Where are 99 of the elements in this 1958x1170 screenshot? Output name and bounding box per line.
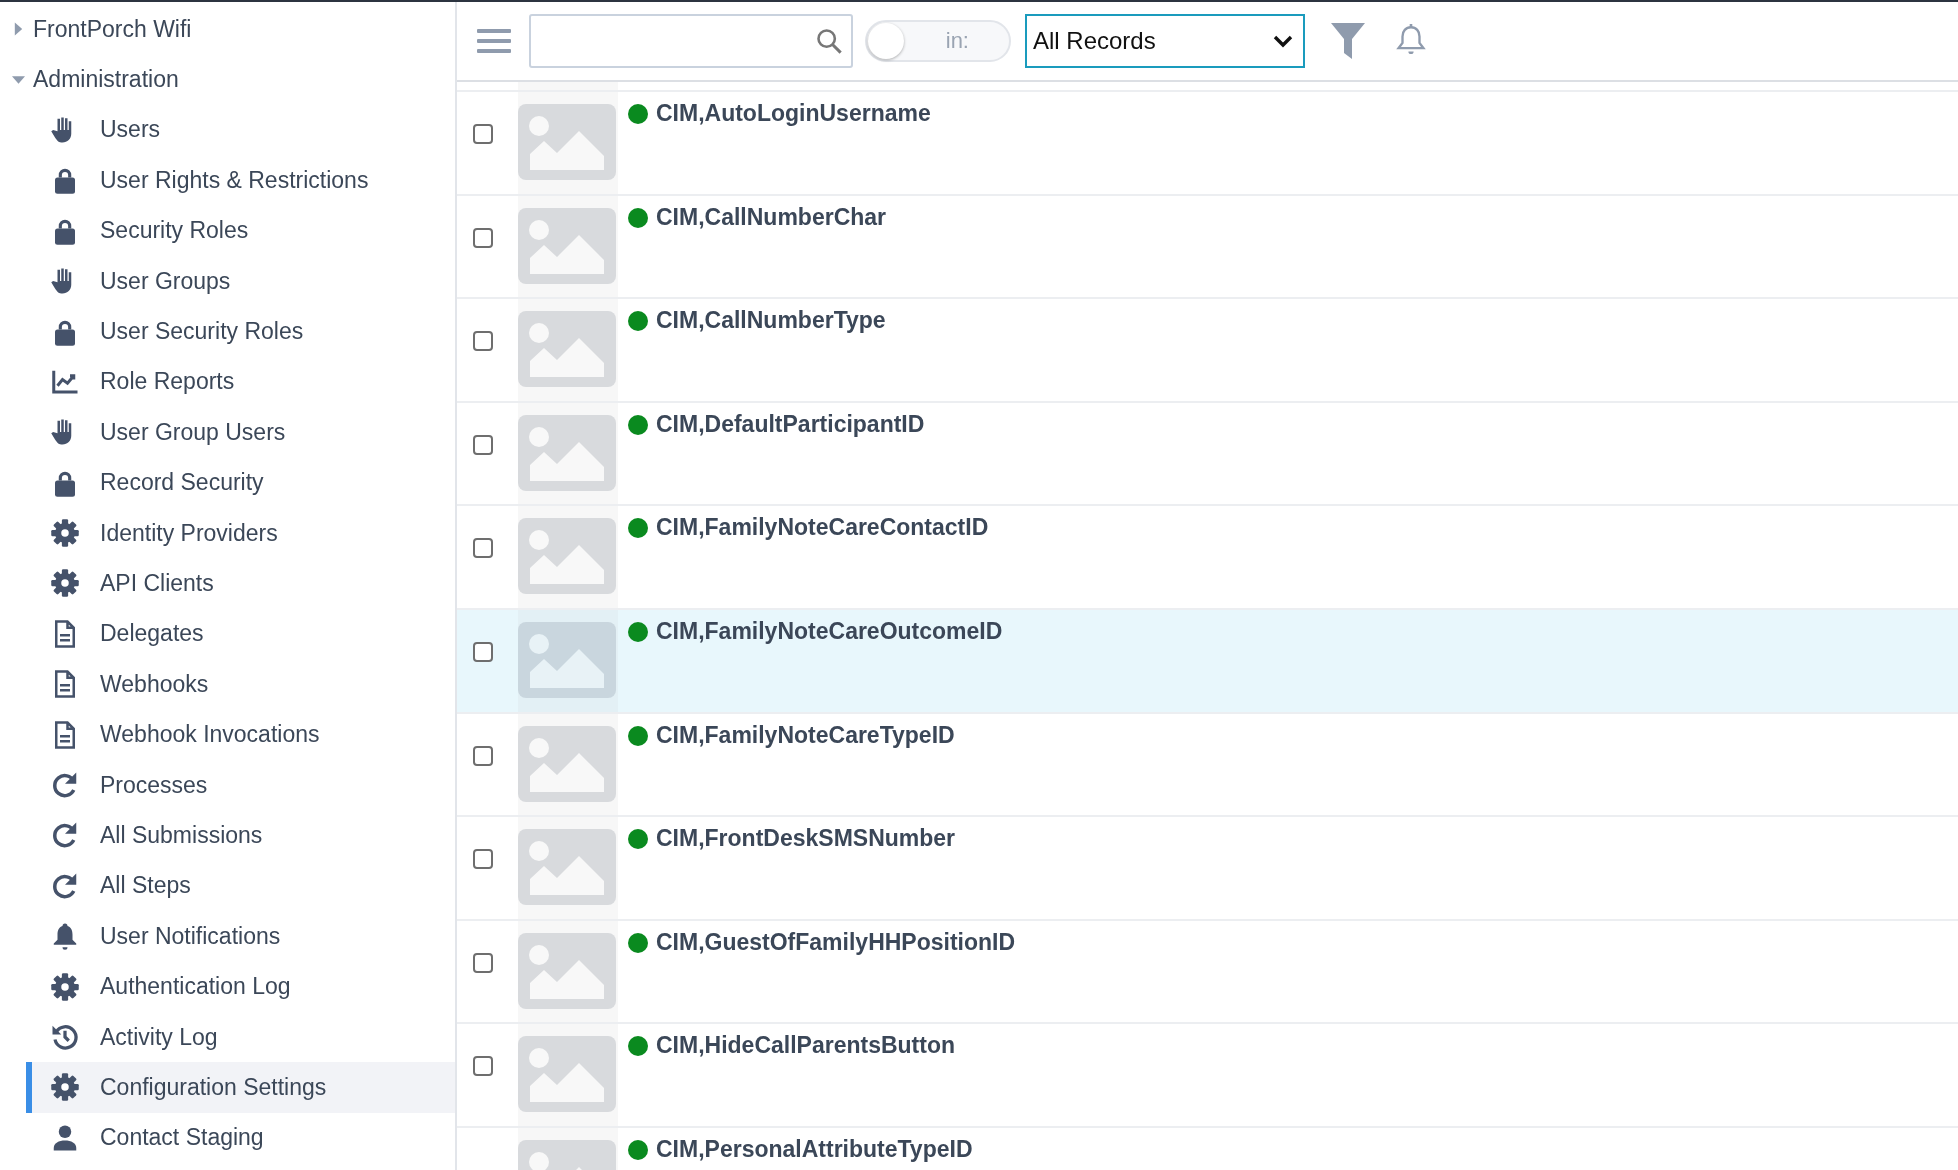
record-name[interactable]: CIM,HideCallParentsButton bbox=[656, 1032, 956, 1126]
row-checkbox[interactable] bbox=[473, 124, 493, 144]
record-row[interactable]: CIM,FrontDeskSMSNumber bbox=[457, 815, 1958, 919]
sidebar-item[interactable]: All Submissions bbox=[26, 810, 455, 861]
item-label: Delegates bbox=[100, 620, 204, 648]
item-label: API Clients bbox=[100, 570, 214, 597]
tree-group[interactable]: Administration bbox=[0, 54, 455, 105]
row-checkbox[interactable] bbox=[473, 1056, 493, 1077]
record-name[interactable]: CIM,AutoLoginUsername bbox=[656, 100, 931, 194]
item-label: Contact Staging bbox=[100, 1124, 264, 1152]
record-row[interactable]: CIM,FamilyNoteCareOutcomeID bbox=[457, 607, 1958, 712]
item-label: Users bbox=[100, 116, 161, 144]
item-label: User Rights & Restrictions bbox=[100, 166, 369, 194]
group-label: Administration bbox=[33, 66, 179, 94]
record-row[interactable]: CIM,CallNumberType bbox=[457, 297, 1958, 401]
item-label: Processes bbox=[100, 771, 208, 799]
sidebar-item[interactable]: Role Reports bbox=[26, 356, 455, 408]
image-placeholder-icon bbox=[518, 932, 616, 1009]
chevron-icon bbox=[1273, 34, 1293, 48]
record-name[interactable]: CIM,FamilyNoteCareOutcomeID bbox=[656, 617, 1003, 712]
item-label: Activity Log bbox=[100, 1023, 218, 1051]
sidebar-item[interactable]: API Clients bbox=[26, 558, 455, 609]
sidebar-item[interactable]: Users bbox=[26, 104, 455, 156]
item-label: User Group Users bbox=[100, 418, 286, 446]
item-label: Webhooks bbox=[100, 670, 209, 698]
row-checkbox[interactable] bbox=[473, 745, 493, 766]
record-name[interactable]: CIM,DefaultParticipantID bbox=[656, 410, 925, 505]
row-checkbox[interactable] bbox=[473, 227, 493, 248]
record-name[interactable]: CIM,CallNumberChar bbox=[656, 203, 887, 298]
filter-icon[interactable] bbox=[1331, 23, 1365, 59]
sidebar-item[interactable]: Webhooks bbox=[26, 659, 455, 710]
image-placeholder-icon bbox=[518, 725, 616, 802]
record-name[interactable]: CIM,CallNumberType bbox=[656, 307, 886, 401]
sidebar-item[interactable]: User Security Roles bbox=[26, 306, 455, 357]
item-label: Configuration Settings bbox=[100, 1073, 327, 1101]
sidebar-item[interactable]: Configuration Settings bbox=[26, 1062, 455, 1113]
menu-icon[interactable] bbox=[477, 27, 511, 55]
row-checkbox[interactable] bbox=[473, 331, 493, 352]
sidebar-item[interactable]: Delegates bbox=[26, 608, 455, 660]
item-label: Record Security bbox=[100, 469, 264, 497]
sidebar-item[interactable]: Webhook Invocations bbox=[26, 709, 455, 760]
record-row[interactable]: CIM,PersonalAttributeTypeID bbox=[457, 1125, 1958, 1170]
history-icon bbox=[50, 1022, 80, 1052]
item-label: All Submissions bbox=[100, 821, 263, 849]
image-placeholder-icon bbox=[518, 207, 616, 284]
record-name[interactable]: CIM,FamilyNoteCareTypeID bbox=[656, 721, 955, 816]
sidebar-item[interactable]: Identity Providers bbox=[26, 507, 455, 559]
item-label: User Groups bbox=[100, 267, 231, 295]
row-checkbox[interactable] bbox=[473, 641, 493, 662]
record-row[interactable]: CIM,HideCallParentsButton bbox=[457, 1022, 1958, 1126]
sidebar-item[interactable]: All Steps bbox=[26, 860, 455, 912]
tree-group[interactable]: FrontPorch Wifi bbox=[0, 4, 455, 55]
item-label: Authentication Log bbox=[100, 973, 291, 1001]
image-placeholder-icon bbox=[518, 1036, 616, 1113]
gear-icon bbox=[50, 971, 80, 1002]
image-placeholder-icon bbox=[518, 311, 616, 388]
sidebar-item[interactable]: Contact Staging bbox=[26, 1112, 455, 1163]
group-label: FrontPorch Wifi bbox=[33, 15, 192, 43]
image-placeholder-icon bbox=[518, 414, 616, 491]
row-checkbox[interactable] bbox=[473, 538, 493, 559]
item-label: User Notifications bbox=[100, 922, 281, 950]
sidebar-item[interactable]: User Groups bbox=[26, 255, 455, 307]
image-placeholder-icon bbox=[518, 621, 616, 698]
item-label: All Steps bbox=[100, 872, 191, 900]
records-dropdown[interactable]: All Records bbox=[1025, 14, 1305, 68]
sidebar-item[interactable]: Record Security bbox=[26, 457, 455, 508]
record-row[interactable]: CIM,FamilyNoteCareContactID bbox=[457, 504, 1958, 608]
gear-icon bbox=[50, 568, 80, 599]
sidebar-item[interactable]: Authentication Log bbox=[26, 961, 455, 1012]
sidebar-item[interactable]: Processes bbox=[26, 759, 455, 811]
row-checkbox[interactable] bbox=[473, 849, 493, 870]
sidebar-item[interactable]: User Rights & Restrictions bbox=[26, 155, 455, 206]
sidebar-item[interactable]: User Group Users bbox=[26, 407, 455, 458]
record-row[interactable]: CIM,GuestOfFamilyHHPositionID bbox=[457, 918, 1958, 1023]
image-placeholder-icon bbox=[518, 518, 616, 595]
record-name[interactable]: CIM,GuestOfFamilyHHPositionID bbox=[656, 928, 1016, 1023]
gear-icon bbox=[50, 1072, 80, 1103]
sidebar-item[interactable]: Activity Log bbox=[26, 1011, 455, 1063]
sidebar-item[interactable]: User Notifications bbox=[26, 911, 455, 962]
record-row[interactable]: CIM,DefaultParticipantID bbox=[457, 400, 1958, 505]
search-icon[interactable] bbox=[815, 27, 843, 55]
item-label: User Security Roles bbox=[100, 318, 304, 346]
gear-icon bbox=[50, 518, 80, 549]
row-checkbox[interactable] bbox=[473, 434, 493, 455]
row-checkbox[interactable] bbox=[473, 952, 493, 973]
image-placeholder-icon bbox=[518, 829, 616, 906]
record-row[interactable]: CIM,CallNumberChar bbox=[457, 193, 1958, 298]
record-row[interactable]: CIM,FamilyNoteCareTypeID bbox=[457, 711, 1958, 816]
sidebar-item[interactable]: Security Roles bbox=[26, 205, 455, 256]
record-name[interactable]: CIM,PersonalAttributeTypeID bbox=[656, 1135, 973, 1170]
item-label: Role Reports bbox=[100, 368, 235, 396]
record-row[interactable]: CIM,AutoLoginUsername bbox=[457, 90, 1958, 194]
record-name[interactable]: CIM,FrontDeskSMSNumber bbox=[656, 825, 956, 919]
image-placeholder-icon bbox=[518, 104, 616, 180]
search-field[interactable] bbox=[529, 14, 853, 68]
item-label: Webhook Invocations bbox=[100, 721, 320, 749]
item-label: Security Roles bbox=[100, 217, 249, 245]
record-name[interactable]: CIM,FamilyNoteCareContactID bbox=[656, 514, 989, 608]
item-label: Identity Providers bbox=[100, 519, 278, 547]
